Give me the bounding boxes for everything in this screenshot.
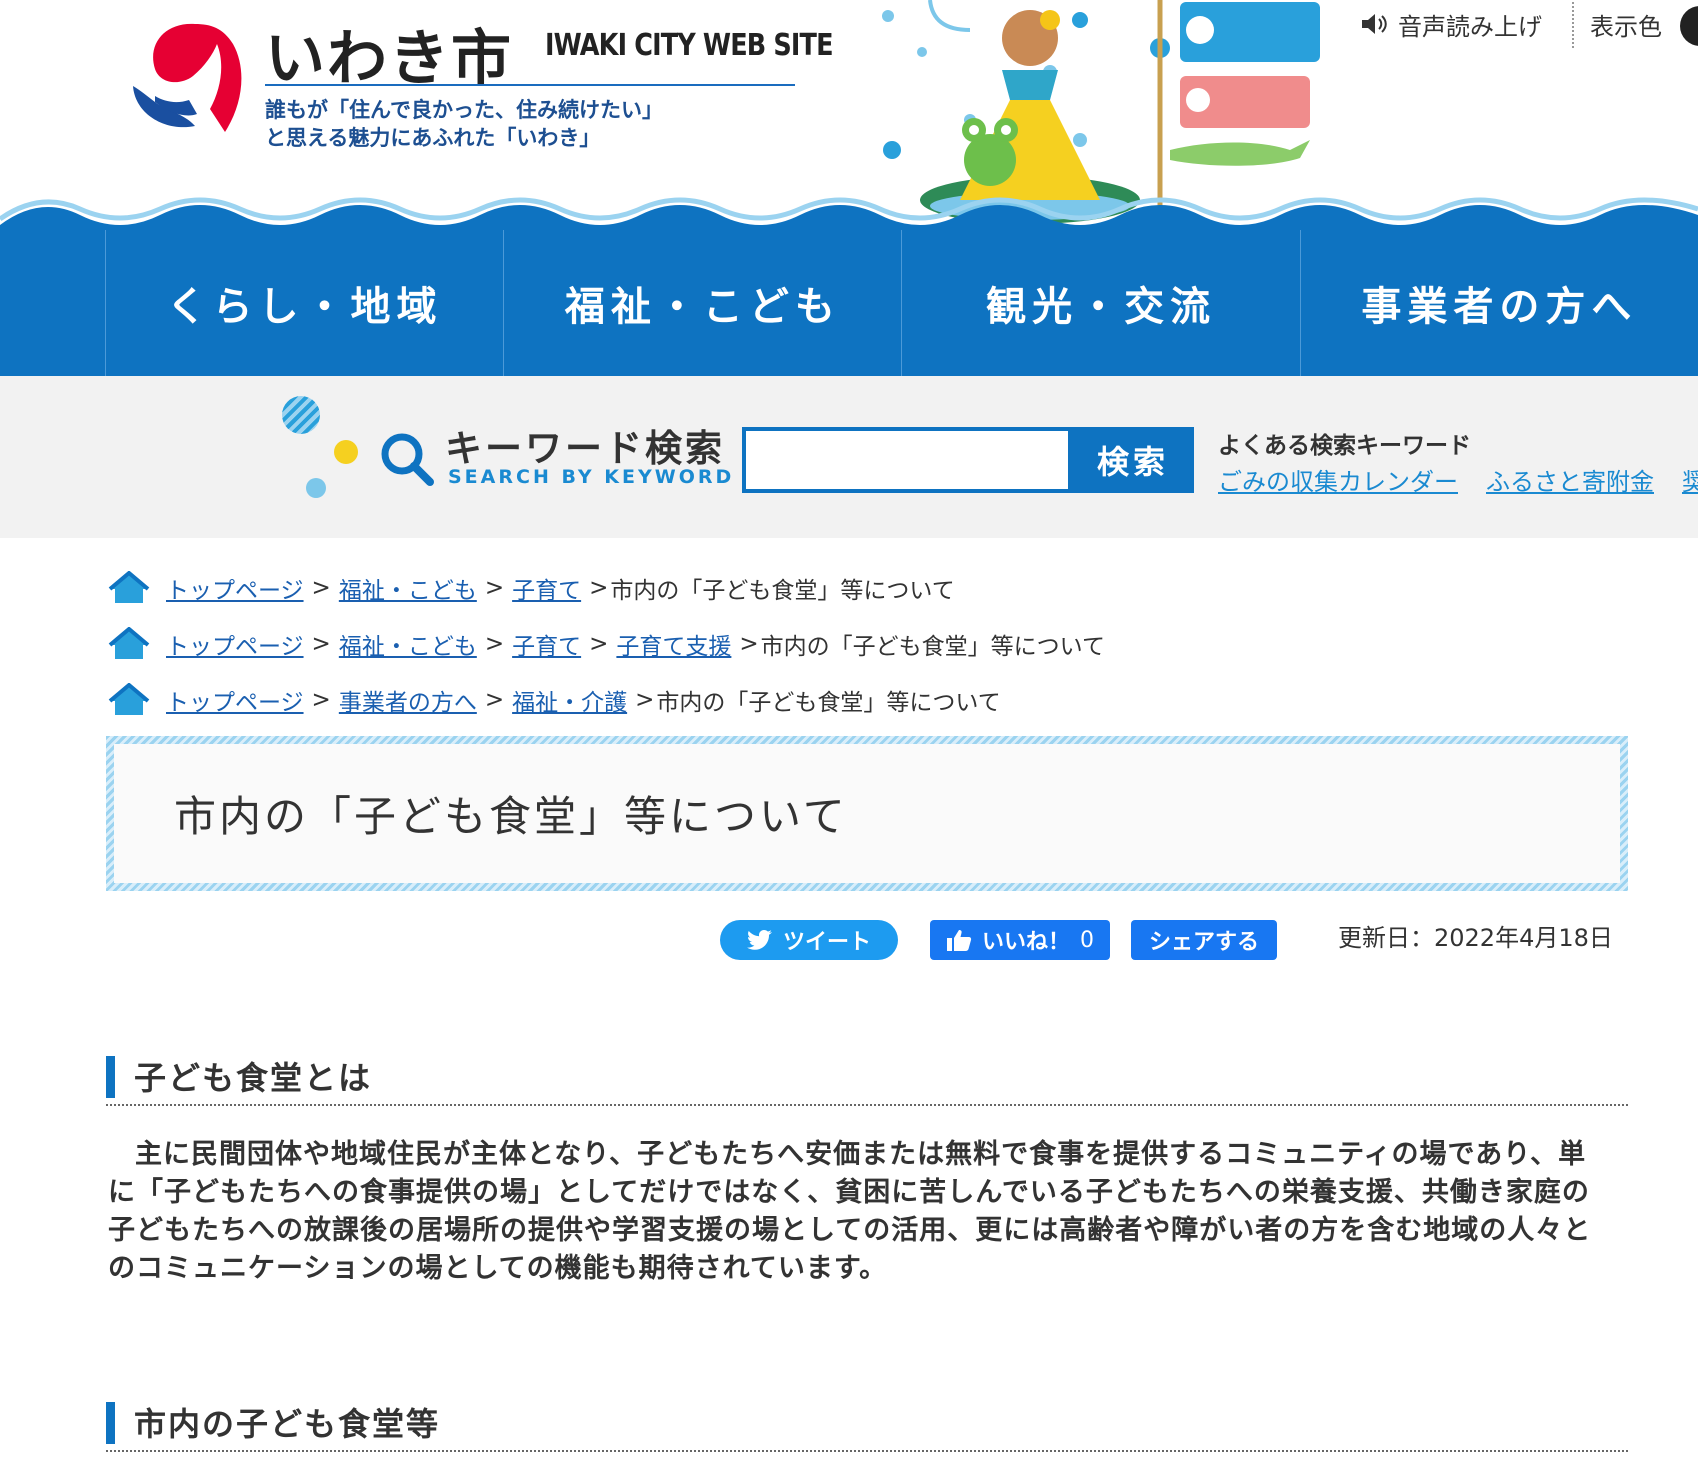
tagline: 誰もが「住んで良かった、住み続けたい」 と思える魅力にあふれた「いわき」: [265, 96, 825, 152]
section-heading-bar: [106, 1402, 115, 1444]
nav-item-business[interactable]: 事業者の方へ: [1299, 230, 1698, 376]
breadcrumb-link[interactable]: 子育て: [512, 571, 581, 605]
decorative-dot: [334, 440, 358, 464]
breadcrumb-link[interactable]: 福祉・こども: [339, 571, 477, 605]
facebook-share-button[interactable]: シェアする: [1131, 920, 1277, 960]
breadcrumb-link[interactable]: 福祉・こども: [339, 627, 477, 661]
display-color-swatch-icon[interactable]: [1680, 6, 1698, 46]
search-button[interactable]: 検索: [1072, 427, 1194, 493]
section-heading: 市内の子ども食堂等: [106, 1396, 1628, 1452]
global-nav: くらし・地域 福祉・こども 観光・交流 事業者の方へ: [0, 230, 1698, 376]
like-count: 0: [1080, 927, 1094, 953]
thumbs-up-icon: [946, 930, 972, 951]
home-icon: [108, 683, 150, 715]
breadcrumb-current: 市内の「子ども食堂」等について: [656, 690, 1001, 716]
facebook-like-button[interactable]: いいね！ 0: [930, 920, 1110, 960]
breadcrumb: トップページ > 事業者の方へ > 福祉・介護 > 市内の「子ども食堂」等について: [108, 672, 1608, 728]
section-body-text: 主に民間団体や地域住民が主体となり、子どもたちへ安価または無料で食事を提供するコ…: [108, 1139, 1592, 1284]
decorative-dot: [306, 478, 326, 498]
popular-keywords-label: よくある検索キーワード: [1218, 433, 1471, 459]
breadcrumb-link[interactable]: 福祉・介護: [512, 683, 627, 717]
search-subtitle: SEARCH BY KEYWORD: [448, 466, 735, 488]
updated-date: 更新日：2022年4月18日: [1338, 924, 1613, 952]
breadcrumb-link[interactable]: トップページ: [166, 571, 304, 605]
popular-keyword-link[interactable]: 奨: [1682, 462, 1698, 497]
search-input[interactable]: [742, 427, 1072, 493]
breadcrumb: トップページ > 福祉・こども > 子育て > 市内の「子ども食堂」等について: [108, 560, 1608, 616]
voice-reader-label: 音声読み上げ: [1398, 12, 1542, 41]
page-title-box: 市内の「子ども食堂」等について: [106, 736, 1628, 891]
breadcrumb-link[interactable]: 事業者の方へ: [339, 683, 477, 717]
nav-item-welfare[interactable]: 福祉・こども: [503, 230, 901, 376]
nav-item-living[interactable]: くらし・地域: [104, 230, 503, 376]
site-name-en: IWAKI CITY WEB SITE: [545, 28, 834, 63]
section-heading-bar: [106, 1056, 115, 1098]
like-label: いいね！: [981, 930, 1070, 955]
tweet-label: ツイート: [782, 930, 871, 955]
tagline-line-2: と思える魅力にあふれた「いわき」: [265, 126, 601, 150]
speaker-icon: [1362, 14, 1387, 34]
popular-keyword-link[interactable]: ごみの収集カレンダー: [1218, 462, 1458, 497]
display-color-button[interactable]: 表示色: [1590, 4, 1662, 44]
logo-divider: [265, 84, 795, 86]
utility-divider: [1572, 2, 1574, 48]
search-title: キーワード検索: [445, 427, 725, 470]
section-heading: 子ども食堂とは: [106, 1050, 1628, 1106]
breadcrumb: トップページ > 福祉・こども > 子育て > 子育て支援 > 市内の「子ども食堂」等に…: [108, 616, 1608, 672]
tagline-line-1: 誰もが「住んで良かった、住み続けたい」: [265, 98, 663, 122]
voice-reader-button[interactable]: 音声読み上げ: [1360, 4, 1542, 44]
keyword-search-band: キーワード検索 SEARCH BY KEYWORD 検索 よくある検索キーワード…: [0, 376, 1698, 538]
decorative-dot: [282, 396, 320, 434]
display-color-label: 表示色: [1590, 12, 1662, 41]
breadcrumb-current: 市内の「子ども食堂」等について: [760, 634, 1105, 660]
page-title: 市内の「子ども食堂」等について: [174, 792, 848, 841]
section-heading-text: 子ども食堂とは: [134, 1059, 373, 1097]
home-icon: [108, 571, 150, 603]
section-heading-text: 市内の子ども食堂等: [134, 1405, 441, 1443]
breadcrumb-link[interactable]: 子育て支援: [616, 627, 731, 661]
wave-decoration: [0, 197, 1698, 235]
breadcrumb-current: 市内の「子ども食堂」等について: [610, 578, 955, 604]
breadcrumb-link[interactable]: トップページ: [166, 683, 304, 717]
popular-keyword-link[interactable]: ふるさと寄附金: [1486, 462, 1654, 497]
breadcrumb-link[interactable]: 子育て: [512, 627, 581, 661]
popular-keywords-list: ごみの収集カレンダー ふるさと寄附金 奨: [1218, 462, 1698, 497]
search-icon: [381, 433, 434, 486]
city-logo-icon[interactable]: [125, 14, 255, 139]
breadcrumb-link[interactable]: トップページ: [166, 627, 304, 661]
twitter-bird-icon: [746, 930, 772, 950]
home-icon: [108, 627, 150, 659]
tweet-button[interactable]: ツイート: [720, 920, 898, 960]
site-header: いわき市 IWAKI CITY WEB SITE 誰もが「住んで良かった、住み続…: [0, 0, 1698, 376]
nav-item-tourism[interactable]: 観光・交流: [901, 230, 1299, 376]
page-title-inner: 市内の「子ども食堂」等について: [114, 744, 1620, 883]
breadcrumbs: トップページ > 福祉・こども > 子育て > 市内の「子ども食堂」等について トップ…: [108, 560, 1608, 728]
